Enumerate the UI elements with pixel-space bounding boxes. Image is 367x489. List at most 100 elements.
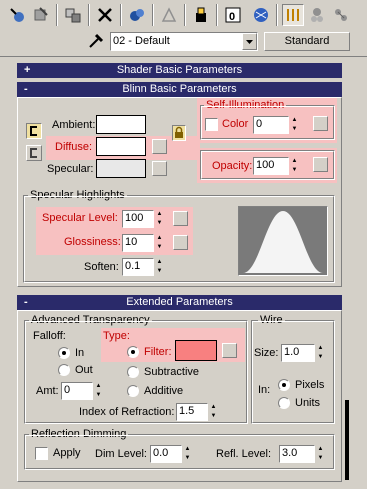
extended-parameters-rollout-header[interactable]: - Extended Parameters (17, 295, 342, 310)
get-material-button[interactable] (6, 4, 28, 26)
type-subtractive-radio[interactable] (127, 366, 139, 378)
wire-pixels-radio[interactable] (278, 379, 290, 391)
spinner-up-icon[interactable]: ▲ (290, 157, 299, 166)
spinner-down-icon[interactable]: ▼ (155, 219, 164, 228)
reflection-dimming-apply-checkbox[interactable] (35, 447, 48, 460)
assign-material-button[interactable] (62, 4, 84, 26)
put-material-button[interactable] (30, 4, 52, 26)
dim-level-spinner[interactable]: 0.0 ▲ ▼ (150, 445, 192, 463)
glossiness-value[interactable]: 10 (122, 234, 154, 252)
soften-spinner[interactable]: 0.1 ▲ ▼ (122, 258, 164, 276)
filter-map-button[interactable] (222, 343, 237, 358)
diffuse-color-swatch[interactable] (96, 137, 146, 156)
spinner-up-icon[interactable]: ▲ (316, 445, 325, 454)
specular-label: Specular: (47, 163, 94, 175)
lock-ambient-diffuse-button[interactable] (26, 123, 42, 139)
material-toolbar: 0 (0, 0, 367, 30)
put-library-icon (196, 7, 206, 22)
spinner-down-icon[interactable]: ▼ (290, 166, 299, 175)
amt-value[interactable]: 0 (61, 382, 93, 400)
panel-scrollbar[interactable] (345, 400, 349, 480)
show-map-in-viewport-button[interactable] (250, 4, 272, 26)
spinner-arrows[interactable]: ▲ ▼ (316, 445, 325, 463)
material-name-dropdown-button[interactable] (242, 33, 257, 50)
shader-basic-rollout-header[interactable]: + Shader Basic Parameters (17, 63, 342, 78)
falloff-out-label: Out (75, 364, 93, 376)
specular-color-swatch[interactable] (96, 159, 146, 178)
wire-size-value[interactable]: 1.0 (281, 344, 315, 362)
toolbar-separator (276, 4, 278, 26)
type-additive-radio[interactable] (127, 385, 139, 397)
material-name-field[interactable]: 02 - Default (110, 32, 258, 51)
spinner-up-icon[interactable]: ▲ (155, 258, 164, 267)
soften-value[interactable]: 0.1 (122, 258, 154, 276)
spinner-arrows[interactable]: ▲ ▼ (316, 344, 325, 362)
go-to-parent-button[interactable] (306, 4, 328, 26)
go-forward-sibling-button[interactable] (330, 4, 352, 26)
spinner-up-icon[interactable]: ▲ (94, 382, 103, 391)
spinner-down-icon[interactable]: ▼ (183, 454, 192, 463)
material-id-channel-button[interactable]: 0 (222, 4, 244, 26)
opacity-map-button[interactable] (313, 157, 328, 172)
lock-map-button[interactable] (172, 125, 186, 141)
spinner-arrows[interactable]: ▲ ▼ (290, 116, 299, 134)
index-of-refraction-spinner[interactable]: 1.5 ▲ ▼ (176, 403, 218, 421)
spinner-arrows[interactable]: ▲ ▼ (290, 157, 299, 175)
ambient-color-swatch[interactable] (96, 115, 146, 134)
dim-level-value[interactable]: 0.0 (150, 445, 182, 463)
spinner-up-icon[interactable]: ▲ (183, 445, 192, 454)
type-filter-radio[interactable] (127, 346, 139, 358)
spinner-arrows[interactable]: ▲ ▼ (209, 403, 218, 421)
index-of-refraction-value[interactable]: 1.5 (176, 403, 208, 421)
spinner-down-icon[interactable]: ▼ (94, 391, 103, 400)
spinner-down-icon[interactable]: ▼ (209, 412, 218, 421)
spinner-arrows[interactable]: ▲ ▼ (155, 258, 164, 276)
spinner-up-icon[interactable]: ▲ (290, 116, 299, 125)
self-illumination-spinner[interactable]: 0 ▲ ▼ (253, 116, 299, 134)
refl-level-value[interactable]: 3.0 (279, 445, 315, 463)
blinn-basic-rollout-header[interactable]: - Blinn Basic Parameters (17, 82, 342, 97)
self-illumination-map-button[interactable] (313, 116, 328, 131)
specular-map-button[interactable] (152, 161, 167, 176)
lock-diffuse-specular-button[interactable] (26, 145, 42, 161)
falloff-in-radio[interactable] (58, 347, 70, 359)
falloff-out-radio[interactable] (58, 364, 70, 376)
make-unique-button[interactable] (158, 4, 180, 26)
show-end-result-button[interactable] (282, 4, 304, 26)
self-illumination-value[interactable]: 0 (253, 116, 289, 134)
specular-level-map-button[interactable] (173, 211, 188, 226)
specular-level-value[interactable]: 100 (122, 210, 154, 228)
spinner-up-icon[interactable]: ▲ (316, 344, 325, 353)
reset-map-button[interactable] (94, 4, 116, 26)
index-of-refraction-label: Index of Refraction: (79, 406, 175, 418)
reflection-dimming-apply-label: Apply (53, 447, 81, 459)
material-type-button[interactable]: Standard (264, 32, 350, 51)
opacity-value[interactable]: 100 (253, 157, 289, 175)
spinner-up-icon[interactable]: ▲ (155, 210, 164, 219)
spinner-down-icon[interactable]: ▼ (290, 125, 299, 134)
wire-units-radio[interactable] (278, 397, 290, 409)
spinner-up-icon[interactable]: ▲ (155, 234, 164, 243)
spinner-up-icon[interactable]: ▲ (209, 403, 218, 412)
pick-from-object-button[interactable] (86, 31, 106, 51)
wire-size-spinner[interactable]: 1.0 ▲ ▼ (281, 344, 325, 362)
spinner-down-icon[interactable]: ▼ (155, 243, 164, 252)
put-to-library-button[interactable] (190, 4, 212, 26)
glossiness-spinner[interactable]: 10 ▲ ▼ (122, 234, 164, 252)
glossiness-map-button[interactable] (173, 235, 188, 250)
spinner-arrows[interactable]: ▲ ▼ (94, 382, 103, 400)
amt-spinner[interactable]: 0 ▲ ▼ (61, 382, 103, 400)
filter-color-swatch[interactable] (175, 340, 217, 361)
spinner-arrows[interactable]: ▲ ▼ (155, 210, 164, 228)
copy-material-button[interactable] (126, 4, 148, 26)
spinner-down-icon[interactable]: ▼ (155, 267, 164, 276)
specular-level-spinner[interactable]: 100 ▲ ▼ (122, 210, 164, 228)
spinner-arrows[interactable]: ▲ ▼ (155, 234, 164, 252)
refl-level-spinner[interactable]: 3.0 ▲ ▼ (279, 445, 325, 463)
diffuse-map-button[interactable] (152, 139, 167, 154)
spinner-down-icon[interactable]: ▼ (316, 353, 325, 362)
spinner-arrows[interactable]: ▲ ▼ (183, 445, 192, 463)
spinner-down-icon[interactable]: ▼ (316, 454, 325, 463)
self-illumination-color-checkbox[interactable] (205, 118, 218, 131)
opacity-spinner[interactable]: 100 ▲ ▼ (253, 157, 299, 175)
